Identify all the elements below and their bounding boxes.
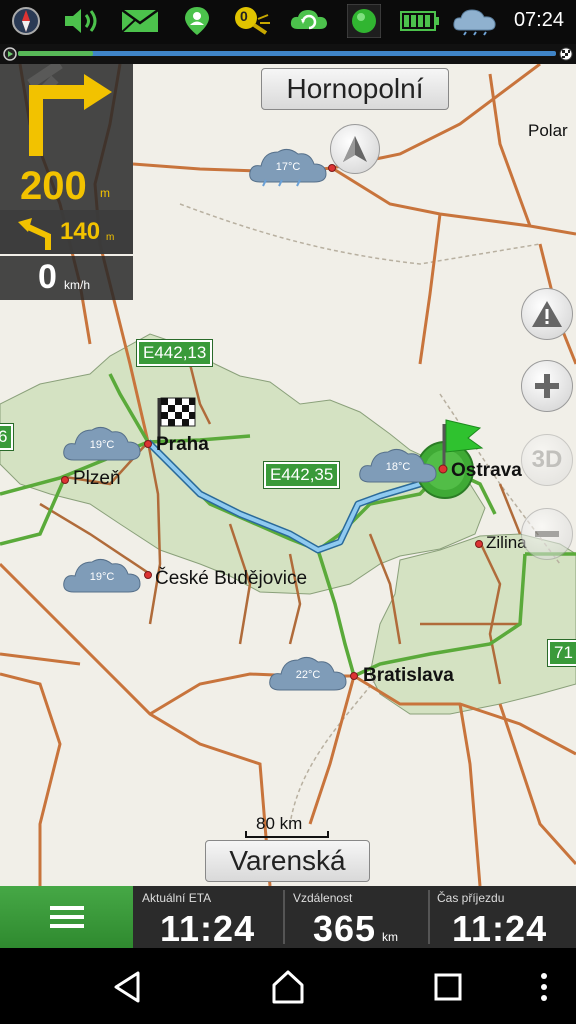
status-bar: 0 07:24 (0, 0, 576, 44)
current-street-label: Hornopolní (261, 68, 449, 110)
city-label-praha: Praha (156, 434, 209, 455)
zoom-in-button[interactable] (521, 360, 573, 412)
speed-value: 0 (38, 258, 57, 296)
view-3d-label: 3D (531, 446, 563, 473)
clock: 07:24 (513, 9, 564, 31)
back-icon (114, 971, 140, 1003)
eta-value: 11:24 (160, 908, 256, 949)
city-label-polar: Polar (528, 121, 568, 140)
distance-label: Vzdálenost (293, 891, 353, 905)
satellite-icon: 0 (232, 6, 272, 36)
weather-cloud-budejovice: 19°C (62, 554, 142, 598)
back-button[interactable] (98, 962, 158, 1012)
weather-cloud-praha: 19°C (62, 422, 142, 466)
eta-label: Aktuální ETA (142, 891, 212, 905)
north-arrow-button[interactable] (330, 124, 380, 174)
road-badge-right: 71 (547, 639, 576, 667)
weather-temp-north: 17°C (275, 161, 301, 173)
recents-icon (434, 973, 462, 1001)
turn-instruction-panel[interactable]: 200 m 140 m (0, 64, 133, 254)
volume-icon[interactable] (62, 6, 104, 36)
arrival-label: Čas příjezdu (437, 891, 505, 905)
road-badge-e442-13: E442,13 (135, 339, 214, 367)
route-progress (0, 44, 576, 64)
divider (283, 890, 285, 944)
trip-info-bar: Aktuální ETA 11:24 Vzdálenost 365 km Čas… (0, 886, 576, 949)
arrival-cell[interactable]: Čas příjezdu 11:24 (430, 886, 576, 949)
bottom-street-label: Varenská (205, 840, 370, 882)
city-label-bratislava: Bratislava (363, 665, 454, 686)
next-turn-unit: m (106, 232, 115, 243)
weather-temp-bratislava: 22°C (295, 669, 321, 681)
map-scale-label: 80 km (256, 814, 303, 833)
battery-icon (400, 6, 440, 36)
system-nav-bar (0, 948, 576, 1024)
north-arrow-icon (343, 136, 367, 162)
next-turn-left-icon (18, 218, 51, 250)
turn-right-arrow-icon (27, 64, 112, 156)
sync-icon[interactable] (288, 6, 330, 36)
hamburger-icon (49, 906, 84, 928)
city-label-ceske-budejovice: České Budějovice (155, 568, 308, 589)
home-icon (272, 970, 304, 1004)
zoom-out-button[interactable] (521, 508, 573, 560)
plus-icon (535, 374, 559, 398)
view-3d-button[interactable]: 3D (521, 434, 573, 486)
eta-cell[interactable]: Aktuální ETA 11:24 (135, 886, 282, 949)
recents-button[interactable] (418, 962, 478, 1012)
road-badge-e442-35: E442,35 (262, 461, 341, 489)
weather-cloud-ostrava: 18°C (358, 444, 438, 488)
speed-unit: km/h (64, 278, 91, 292)
warning-button[interactable] (521, 288, 573, 340)
next-turn-row: 140 m (0, 210, 133, 254)
minus-icon (535, 531, 559, 537)
next-turn-distance: 140 (60, 218, 101, 245)
menu-button[interactable] (0, 886, 133, 948)
turn-distance: 200 (20, 164, 87, 208)
weather-temp-ostrava: 18°C (385, 461, 411, 473)
speed-display: 0 km/h (0, 256, 133, 300)
weather-cloud-bratislava: 22°C (268, 652, 348, 696)
mail-icon[interactable] (120, 6, 160, 36)
contact-pin-icon[interactable] (180, 6, 214, 36)
turn-distance-unit: m (100, 186, 110, 200)
weather-icon (452, 6, 500, 36)
city-label-plzen: Plzeň (73, 468, 121, 489)
weather-temp-praha: 19°C (89, 439, 115, 451)
more-vert-icon (541, 973, 547, 1001)
distance-unit: km (382, 930, 398, 944)
warning-icon (532, 301, 562, 327)
arrival-value: 11:24 (452, 908, 548, 949)
weather-cloud-north: 17°C (248, 144, 328, 188)
home-button[interactable] (258, 962, 318, 1012)
weather-temp-budejovice: 19°C (89, 571, 115, 583)
overflow-menu-button[interactable] (514, 962, 574, 1012)
compass-icon (10, 6, 42, 36)
distance-value: 365 (313, 908, 377, 949)
satellite-count: 0 (240, 8, 248, 24)
city-label-ostrava: Ostrava (451, 460, 522, 481)
road-badge-left: 6 (0, 423, 15, 451)
distance-cell[interactable]: Vzdálenost 365 km (286, 886, 427, 949)
gps-status-icon (346, 4, 382, 38)
